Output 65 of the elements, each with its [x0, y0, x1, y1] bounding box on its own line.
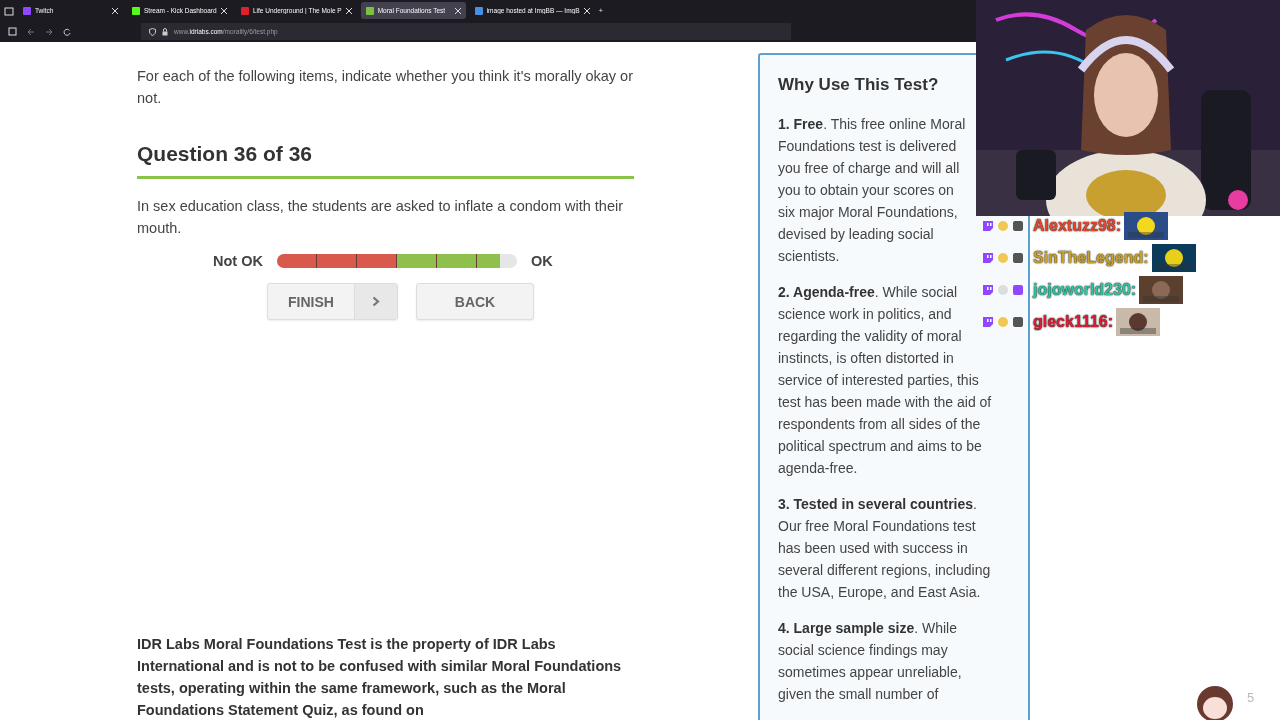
paragraph-line: political spectrum and aims to be [778, 437, 982, 456]
instructions-text: For each of the following items, indicate whether you think it's morally okay or not. [137, 67, 634, 108]
paragraph-line: scientists. [778, 247, 840, 266]
paragraph-line: social science findings may [778, 641, 948, 660]
tab-overview-icon[interactable] [4, 5, 14, 16]
overlay-count: 5 [1247, 690, 1255, 705]
scale-low-label: Not OK [213, 253, 263, 269]
back-button[interactable]: BACK [416, 283, 534, 320]
paragraph-line: test has been made with the aid of [778, 393, 992, 412]
chat-username: gleck1116: [1033, 313, 1114, 331]
paragraph-line: 3. Tested in several countries. [778, 495, 977, 514]
paragraph-line: service of interested parties, this [778, 371, 979, 390]
paragraph-line: devised by leading social [778, 225, 934, 244]
back-icon[interactable] [27, 27, 35, 36]
twitch-badge-icon [982, 252, 994, 264]
paragraph-line: agenda-free. [778, 459, 858, 478]
new-tab-button[interactable]: + [598, 6, 604, 15]
paragraph-line: Our free Moral Foundations test [778, 517, 976, 536]
panel-title: Why Use This Test? [778, 75, 940, 95]
twitch-badge-icon [982, 316, 994, 328]
copyright-notice: IDR Labs Moral Foundations Test is the property of IDR Labs International and is not to be confused with similar Moral Foundations tests, operating within the same framework, such as the Moral Foundations Statement Quiz, as found on [137, 635, 623, 720]
paragraph-line: 4. Large sample size. While [778, 619, 957, 638]
badge-icon [1012, 316, 1024, 328]
close-icon[interactable] [454, 7, 461, 14]
chevron-icon [372, 296, 380, 307]
paragraph-line: given the small number of [778, 685, 939, 704]
question-heading: Question 36 of 36 [137, 142, 634, 179]
paragraph-line: Foundations test is delivered [778, 137, 957, 156]
sidebar-icon[interactable] [8, 27, 17, 36]
badge-icon [997, 252, 1009, 264]
twitch-badge-icon [982, 284, 994, 296]
badge-icon [1012, 252, 1024, 264]
paragraph-line: 2. Agenda-free. While social [778, 283, 958, 302]
paragraph-line: the USA, Europe, and East Asia. [778, 583, 981, 602]
paragraph-line: several different regions, including [778, 561, 991, 580]
paragraph-line: instincts, is often distorted in [778, 349, 954, 368]
chat-username: SinTheLegend: [1033, 249, 1149, 267]
paragraph-line: has been used with success in [778, 539, 968, 558]
paragraph-line: regarding the validity of moral [778, 327, 962, 346]
chat-username: jojoworld230: [1033, 281, 1137, 299]
twitch-badge-icon [982, 220, 994, 232]
question-text: In sex education class, the students are asked to inflate a condom with their mouth. [137, 197, 625, 238]
shield-icon [149, 27, 156, 36]
forward-icon[interactable] [45, 27, 53, 36]
reload-icon[interactable] [63, 27, 71, 36]
badge-icon [997, 284, 1009, 296]
scale-high-label: OK [530, 253, 553, 269]
finish-button[interactable]: FINISH [267, 283, 398, 320]
badge-icon [1012, 220, 1024, 232]
badge-icon [1012, 284, 1024, 296]
paragraph-line: 1. Free. This free online Moral [778, 115, 966, 134]
paragraph-line: you to obtain your scores on [778, 181, 954, 200]
paragraph-line: sometimes appear unreliable, [778, 663, 962, 682]
badge-icon [997, 316, 1009, 328]
badge-icon [997, 220, 1009, 232]
lock-icon [162, 27, 168, 36]
chat-username: Alextuzz98: [1033, 217, 1122, 235]
close-icon[interactable] [112, 7, 118, 14]
paragraph-line: respondents from all sides of the [778, 415, 981, 434]
paragraph-line: science work in politics, and [778, 305, 952, 324]
close-icon[interactable] [583, 7, 590, 14]
close-icon[interactable] [221, 7, 227, 14]
close-icon[interactable] [345, 7, 352, 14]
paragraph-line: six major Moral Foundations, [778, 203, 958, 222]
paragraph-line: you free of charge and will all [778, 159, 960, 178]
